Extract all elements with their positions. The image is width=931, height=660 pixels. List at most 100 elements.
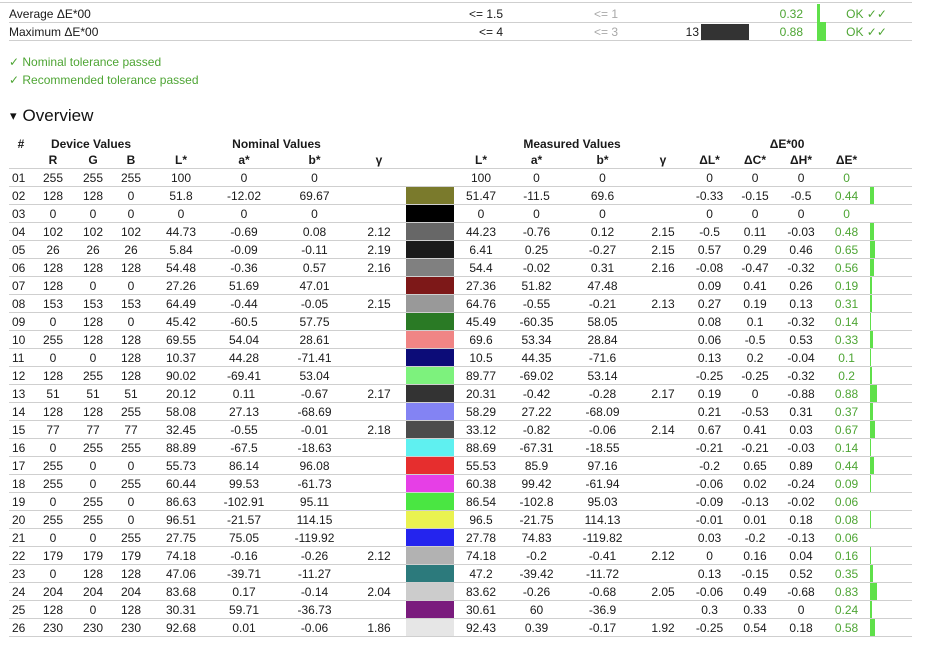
measured-a: -39.42 xyxy=(506,564,568,583)
nominal-gamma xyxy=(354,510,405,529)
device-g: 128 xyxy=(73,564,113,583)
measured-swatch xyxy=(404,276,457,295)
delta-l: -0.09 xyxy=(688,492,732,511)
nominal-a: -0.09 xyxy=(213,240,275,259)
nominal-gamma: 2.17 xyxy=(354,384,405,403)
device-b: 0 xyxy=(113,204,149,223)
delta-e: 0.1 xyxy=(823,348,871,367)
nominal-l: 74.18 xyxy=(149,546,213,565)
nominal-b: -68.69 xyxy=(275,402,354,421)
table-row: 19 0 255 0 86.63 -102.91 95.11 86.54 -102.8 95.03… xyxy=(9,492,912,511)
measured-l: 44.23 xyxy=(456,222,507,241)
delta-c: 0.49 xyxy=(731,582,780,601)
delta-c: -0.25 xyxy=(731,366,780,385)
delta-l: 0.67 xyxy=(688,420,732,439)
color-swatch xyxy=(406,601,455,618)
measured-l: 74.18 xyxy=(456,546,507,565)
measured-b: -0.41 xyxy=(567,546,639,565)
device-g: 0 xyxy=(73,528,113,547)
measured-b: -71.6 xyxy=(567,348,639,367)
device-r: 26 xyxy=(33,240,73,259)
measured-a: -0.82 xyxy=(506,420,568,439)
measured-gamma: 2.13 xyxy=(638,294,689,313)
nominal-gamma xyxy=(354,600,405,619)
measured-gamma xyxy=(638,528,689,547)
col-nominal-gamma: γ xyxy=(354,152,405,169)
device-b: 77 xyxy=(113,420,149,439)
nominal-a: -0.36 xyxy=(213,258,275,277)
measured-a: -67.31 xyxy=(506,438,568,457)
delta-e-bar-fill xyxy=(870,511,872,528)
table-row: 18 255 0 255 60.44 99.53 -61.73 60.38 99.42 -61.9… xyxy=(9,474,912,493)
nominal-a: 27.13 xyxy=(213,402,275,421)
color-swatch xyxy=(406,385,455,402)
color-swatch xyxy=(406,295,455,312)
nominal-l: 92.68 xyxy=(149,618,213,637)
device-r: 128 xyxy=(33,276,73,295)
measured-a: -0.42 xyxy=(506,384,568,403)
nominal-b: -119.92 xyxy=(275,528,354,547)
color-swatch xyxy=(406,169,455,186)
delta-c: 0.1 xyxy=(731,312,780,331)
measured-a: 0 xyxy=(506,204,568,223)
delta-l: 0.3 xyxy=(688,600,732,619)
measured-swatch xyxy=(404,528,457,547)
col-delta-l: ΔL* xyxy=(688,152,732,169)
summary-status: OK ✓✓ xyxy=(846,7,887,21)
nominal-gamma xyxy=(354,348,405,367)
overview-heading[interactable]: ▾ Overview xyxy=(10,106,93,126)
overview-table: # Device Values Nominal Values Measured … xyxy=(9,136,912,637)
table-row: 06 128 128 128 54.48 -0.36 0.57 2.16 54.4 -0.02 0.… xyxy=(9,258,912,277)
delta-h: 0.89 xyxy=(779,456,824,475)
col-delta-h: ΔH* xyxy=(779,152,824,169)
delta-l: 0 xyxy=(688,168,732,187)
measured-l: 58.29 xyxy=(456,402,507,421)
delta-e-bar-fill xyxy=(870,403,874,420)
nominal-gamma xyxy=(354,456,405,475)
delta-h: 0.46 xyxy=(779,240,824,259)
delta-l: 0.57 xyxy=(688,240,732,259)
device-g: 204 xyxy=(73,582,113,601)
delta-e-bar-fill xyxy=(870,385,878,402)
nominal-a: -12.02 xyxy=(213,186,275,205)
delta-e: 0.88 xyxy=(823,384,871,403)
measured-b: -119.82 xyxy=(567,528,639,547)
collapse-arrow-icon[interactable]: ▾ xyxy=(10,108,17,123)
device-b: 0 xyxy=(113,510,149,529)
nominal-a: -69.41 xyxy=(213,366,275,385)
col-nominal-b: b* xyxy=(275,152,354,169)
nominal-l: 60.44 xyxy=(149,474,213,493)
nominal-b: 114.15 xyxy=(275,510,354,529)
delta-c: 0.11 xyxy=(731,222,780,241)
measured-b: -0.68 xyxy=(567,582,639,601)
delta-e-bar-fill xyxy=(870,457,875,474)
measured-l: 60.38 xyxy=(456,474,507,493)
measured-gamma: 2.05 xyxy=(638,582,689,601)
nominal-gamma: 2.12 xyxy=(354,546,405,565)
nominal-b: -0.11 xyxy=(275,240,354,259)
delta-h: -0.88 xyxy=(779,384,824,403)
delta-l: 0.21 xyxy=(688,402,732,421)
delta-e-bar-fill xyxy=(870,259,875,276)
nominal-l: 58.08 xyxy=(149,402,213,421)
nominal-l: 44.73 xyxy=(149,222,213,241)
measured-b: 53.14 xyxy=(567,366,639,385)
patch-number: 22 xyxy=(9,546,33,565)
nominal-a: -39.71 xyxy=(213,564,275,583)
delta-e-bar-fill xyxy=(870,313,872,330)
device-r: 255 xyxy=(33,456,73,475)
nominal-values-header: Nominal Values xyxy=(232,137,321,151)
delta-h: -0.13 xyxy=(779,528,824,547)
measured-b: 95.03 xyxy=(567,492,639,511)
measured-a: 85.9 xyxy=(506,456,568,475)
device-r: 255 xyxy=(33,330,73,349)
nominal-b: 95.11 xyxy=(275,492,354,511)
measured-swatch xyxy=(404,204,457,223)
nominal-gamma xyxy=(354,330,405,349)
measured-l: 88.69 xyxy=(456,438,507,457)
patch-number: 23 xyxy=(9,564,33,583)
measured-swatch xyxy=(404,348,457,367)
delta-e: 0.16 xyxy=(823,546,871,565)
measured-a: 0 xyxy=(506,168,568,187)
delta-c: 0.16 xyxy=(731,546,780,565)
